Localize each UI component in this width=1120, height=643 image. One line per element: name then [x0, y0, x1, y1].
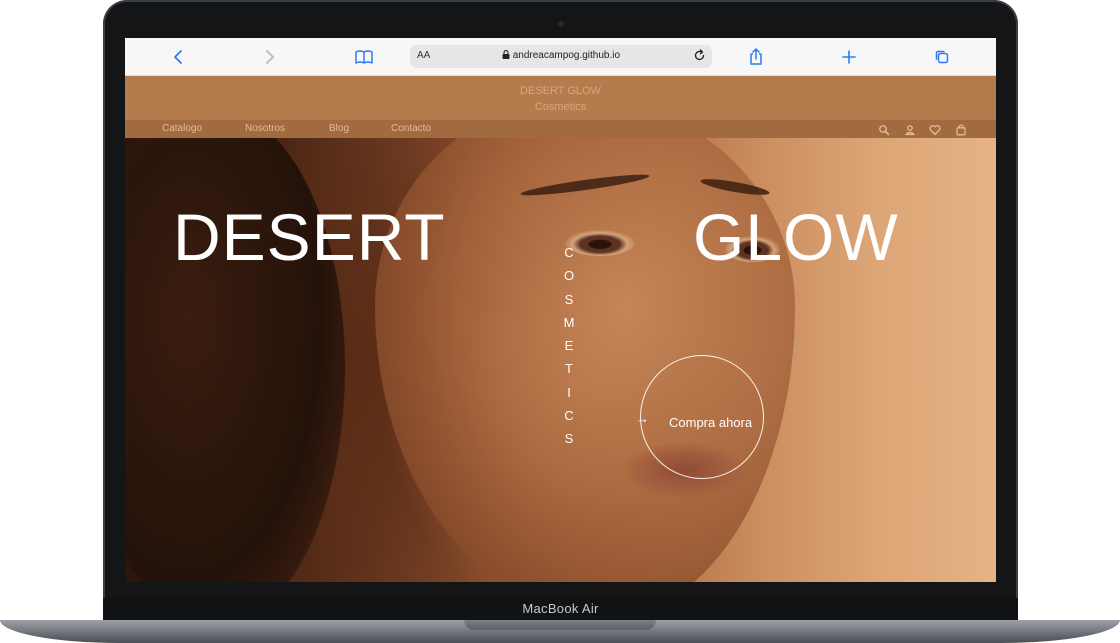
plus-icon[interactable]	[839, 47, 859, 67]
heart-icon[interactable]	[929, 123, 941, 136]
vertical-letter: S	[564, 291, 574, 307]
lock-icon	[502, 50, 513, 61]
vertical-letter: S	[564, 431, 574, 447]
search-icon[interactable]	[878, 123, 890, 136]
user-icon[interactable]	[904, 123, 916, 136]
book-icon[interactable]	[354, 47, 374, 67]
brand-header: DESERT GLOW Cosmetics	[125, 76, 996, 120]
share-icon[interactable]	[746, 47, 766, 67]
nav-blog[interactable]: Blog	[329, 123, 349, 134]
hero-banner: DESERT GLOW C O S M E T I C S → Compra a…	[125, 138, 996, 582]
laptop-screen: AA andreacampog.github.io DESERT GLOW Co…	[125, 38, 996, 582]
reload-icon[interactable]	[693, 49, 706, 67]
tabs-icon[interactable]	[932, 47, 952, 67]
vertical-letter: M	[563, 314, 575, 330]
forward-icon[interactable]	[260, 47, 280, 67]
camera-dot	[558, 21, 564, 27]
cta-buy-now[interactable]: Compra ahora	[669, 415, 752, 430]
main-nav: Catalogo Nosotros Blog Contacto	[125, 120, 996, 138]
back-icon[interactable]	[168, 47, 188, 67]
hero-word-desert: DESERT	[173, 200, 446, 274]
vertical-letter: E	[564, 338, 574, 354]
hero-word-glow: GLOW	[693, 200, 899, 274]
vertical-letter: C	[564, 245, 574, 260]
nav-nosotros[interactable]: Nosotros	[245, 123, 285, 134]
laptop-hinge-notch	[464, 620, 656, 630]
hero-vertical-cosmetics: C O S M E T I C S	[561, 241, 577, 451]
arrow-right-icon[interactable]: →	[636, 411, 649, 426]
bag-icon[interactable]	[955, 123, 967, 136]
browser-toolbar: AA andreacampog.github.io	[125, 38, 996, 76]
model-label: MacBook Air	[522, 601, 599, 616]
address-bar[interactable]: AA andreacampog.github.io	[410, 45, 712, 68]
vertical-letter: O	[563, 268, 575, 284]
brand-subtitle: Cosmetics	[534, 101, 587, 113]
nav-catalogo[interactable]: Catalogo	[162, 123, 202, 134]
website: DESERT GLOW Cosmetics Catalogo Nosotros …	[125, 76, 996, 582]
vertical-letter: I	[567, 384, 571, 400]
vertical-letter: C	[564, 408, 574, 424]
brand-name[interactable]: DESERT GLOW	[125, 85, 996, 97]
url-text: andreacampog.github.io	[512, 50, 621, 61]
vertical-letter: T	[565, 361, 573, 377]
nav-contacto[interactable]: Contacto	[391, 123, 431, 134]
